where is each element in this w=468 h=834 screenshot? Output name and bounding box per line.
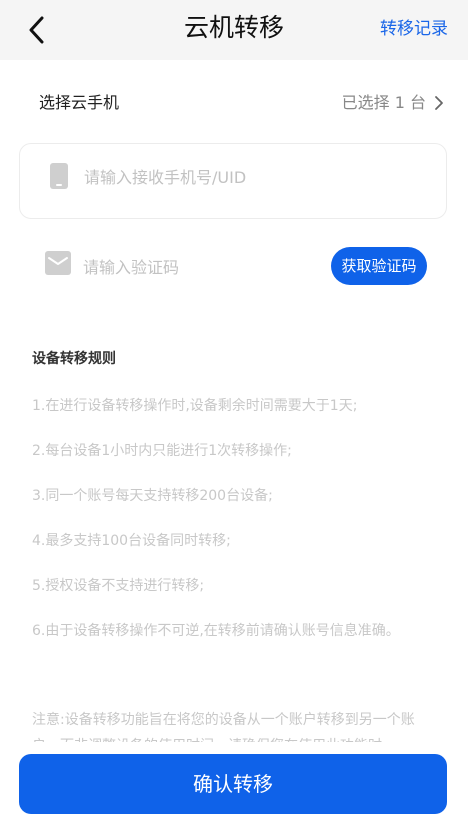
- rules-title: 设备转移规则: [32, 351, 116, 367]
- rule-item: 1.在进行设备转移操作时,设备剩余时间需要大于1天;: [32, 398, 358, 414]
- confirm-transfer-button[interactable]: 确认转移: [19, 754, 447, 814]
- receiver-input-card: [19, 143, 447, 219]
- rule-item: 2.每台设备1小时内只能进行1次转移操作;: [32, 443, 292, 459]
- rule-item: 3.同一个账号每天支持转移200台设备;: [32, 488, 273, 504]
- verification-code-row: 获取验证码: [19, 244, 447, 288]
- selected-count-value: 已选择 1 台: [341, 93, 426, 112]
- rule-item: 5.授权设备不支持进行转移;: [32, 578, 205, 594]
- get-code-button[interactable]: 获取验证码: [331, 247, 427, 285]
- select-cloud-phone-row[interactable]: 选择云手机 已选择 1 台: [0, 80, 468, 126]
- mail-icon: [45, 251, 71, 275]
- rule-item: 4.最多支持100台设备同时转移;: [32, 533, 231, 549]
- select-cloud-phone-label: 选择云手机: [39, 93, 120, 112]
- transfer-record-link[interactable]: 转移记录: [380, 0, 448, 60]
- header-bar: 云机转移 转移记录: [0, 0, 468, 60]
- receiver-input[interactable]: [82, 160, 426, 194]
- rule-item: 6.由于设备转移操作不可逆,在转移前请确认账号信息准确。: [32, 623, 400, 639]
- phone-icon: [50, 163, 68, 189]
- chevron-right-icon: [435, 96, 443, 110]
- verification-code-input[interactable]: [81, 250, 325, 284]
